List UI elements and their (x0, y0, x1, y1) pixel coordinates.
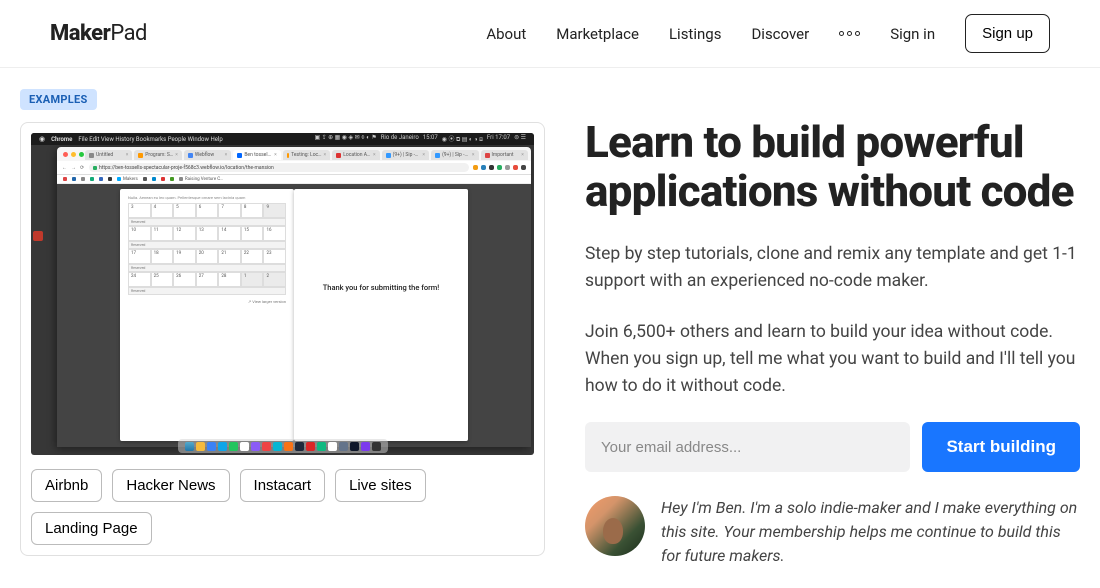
calendar-cell: 16 (263, 226, 286, 241)
left-column: EXAMPLES ◉ Chrome File Edit View History… (20, 88, 545, 568)
nav-more-icon[interactable] (839, 31, 860, 36)
url-field: https://ben-tossells-spectacular-proje-f… (89, 163, 469, 172)
calendar-cell: 3 (128, 203, 151, 218)
top-nav: MakerPad About Marketplace Listings Disc… (0, 0, 1100, 68)
chip-hacker-news[interactable]: Hacker News (112, 469, 229, 502)
confirmation-message: Thank you for submitting the form! (323, 283, 440, 441)
author-bio: Hey I'm Ben. I'm a solo indie-maker and … (585, 496, 1080, 568)
calendar-cell: 26 (173, 272, 196, 287)
calendar-cell: 8 (241, 203, 264, 218)
macos-menubar: ◉ Chrome File Edit View History Bookmark… (31, 133, 534, 145)
calendar-cell: 9 (263, 203, 286, 218)
address-bar: ← → ⟳ https://ben-tossells-spectacular-p… (57, 161, 531, 175)
browser-tab: Testing: Loc… × (283, 150, 330, 160)
calendar-cell: 15 (241, 226, 264, 241)
calendar-reserved-row: Reserved (128, 218, 286, 226)
chip-landing-page[interactable]: Landing Page (31, 512, 152, 545)
calendar-cell: 2 (263, 272, 286, 287)
reload-icon: ⟳ (80, 165, 85, 170)
chip-live-sites[interactable]: Live sites (335, 469, 426, 502)
calendar-reserved-row: Reserved (128, 241, 286, 249)
browser-tab: (9+) | Sip -… × (382, 150, 429, 160)
chip-airbnb[interactable]: Airbnb (31, 469, 102, 502)
signup-button[interactable]: Sign up (965, 14, 1050, 53)
browser-window: Untitled ×Program: S… ×Webflow ×Ben toss… (57, 147, 531, 447)
calendar-reserved-row: Reserved (128, 287, 286, 295)
screencap-card: ◉ Chrome File Edit View History Bookmark… (20, 122, 545, 556)
browser-tab: Untitled × (85, 150, 132, 160)
calendar-cell: 18 (151, 249, 174, 264)
chip-instacart[interactable]: Instacart (240, 469, 326, 502)
calendar-cell: 1 (241, 272, 264, 287)
calendar-cell: 14 (218, 226, 241, 241)
nav-marketplace[interactable]: Marketplace (556, 25, 639, 43)
menubar-status-icons: ▣ ⇪ ⊕ ▦ ◉ ◈ ✉ ⌽ ◐ ⚑ Rio de Janeiro 15:07… (314, 134, 526, 144)
calendar-cell: 27 (196, 272, 219, 287)
calendar-cell: 13 (196, 226, 219, 241)
calendar-panel: Nulla. Aenean eu leo quam. Pellentesque … (120, 189, 294, 441)
calendar-grid: 3456789Reserved10111213141516Reserved171… (128, 203, 286, 295)
examples-badge: EXAMPLES (20, 89, 97, 110)
hero-para-2: Join 6,500+ others and learn to build yo… (585, 319, 1080, 400)
bookmark-bar: Makers Raising Venture C… (57, 175, 531, 184)
hero-headline: Learn to build powerful applications wit… (585, 118, 1080, 217)
calendar-cell: 6 (196, 203, 219, 218)
calendar-cell: 12 (173, 226, 196, 241)
calendar-cell: 21 (218, 249, 241, 264)
calendar-cell: 28 (218, 272, 241, 287)
calendar-cell: 25 (151, 272, 174, 287)
view-larger-link: ↗ View larger version (128, 299, 286, 304)
side-app-icon (33, 231, 43, 241)
browser-tab: Location A… × (332, 150, 379, 160)
calendar-cell: 11 (151, 226, 174, 241)
apple-icon: ◉ (39, 135, 45, 143)
calendar-reserved-row: Reserved (128, 264, 286, 272)
calendar-cell: 19 (173, 249, 196, 264)
traffic-lights (63, 152, 84, 157)
calendar-cell: 23 (263, 249, 286, 264)
nav-about[interactable]: About (486, 25, 526, 43)
calendar-cell: 10 (128, 226, 151, 241)
fwd-icon: → (71, 165, 76, 170)
calendar-cell: 4 (151, 203, 174, 218)
menubar-app: Chrome (51, 136, 72, 143)
right-column: Learn to build powerful applications wit… (585, 88, 1080, 568)
calendar-cell: 22 (241, 249, 264, 264)
browser-tab: Webflow × (184, 150, 231, 160)
logo[interactable]: MakerPad (50, 21, 147, 46)
extension-icons (473, 165, 526, 170)
lock-icon (93, 166, 97, 170)
calendar-cell: 5 (173, 203, 196, 218)
calendar-cell: 20 (196, 249, 219, 264)
browser-tab: Important × (481, 150, 528, 160)
browser-tabs: Untitled ×Program: S… ×Webflow ×Ben toss… (85, 150, 528, 160)
calendar-cell: 17 (128, 249, 151, 264)
start-building-button[interactable]: Start building (922, 422, 1080, 472)
screencap: ◉ Chrome File Edit View History Bookmark… (31, 133, 534, 455)
hero-para-1: Step by step tutorials, clone and remix … (585, 241, 1080, 295)
macos-dock (178, 439, 388, 453)
nav-discover[interactable]: Discover (751, 25, 809, 43)
back-icon: ← (62, 165, 67, 170)
email-input[interactable] (585, 422, 910, 472)
browser-tab: Program: S… × (134, 150, 181, 160)
browser-tab: (9+) | Sip -… × (431, 150, 478, 160)
calendar-cell: 7 (218, 203, 241, 218)
author-bio-text: Hey I'm Ben. I'm a solo indie-maker and … (661, 496, 1080, 568)
confirmation-panel: Thank you for submitting the form! (294, 189, 468, 441)
author-avatar (585, 496, 645, 556)
browser-tab: Ben tossel… × (233, 150, 280, 160)
signup-form: Start building (585, 422, 1080, 472)
example-chips: Airbnb Hacker News Instacart Live sites … (31, 469, 534, 545)
nav-right: About Marketplace Listings Discover Sign… (486, 14, 1050, 53)
page-content: Nulla. Aenean eu leo quam. Pellentesque … (57, 184, 531, 447)
panel-header: Nulla. Aenean eu leo quam. Pellentesque … (128, 195, 286, 200)
signin-link[interactable]: Sign in (890, 25, 935, 43)
main-content: EXAMPLES ◉ Chrome File Edit View History… (0, 68, 1100, 588)
calendar-cell: 24 (128, 272, 151, 287)
nav-listings[interactable]: Listings (669, 25, 721, 43)
